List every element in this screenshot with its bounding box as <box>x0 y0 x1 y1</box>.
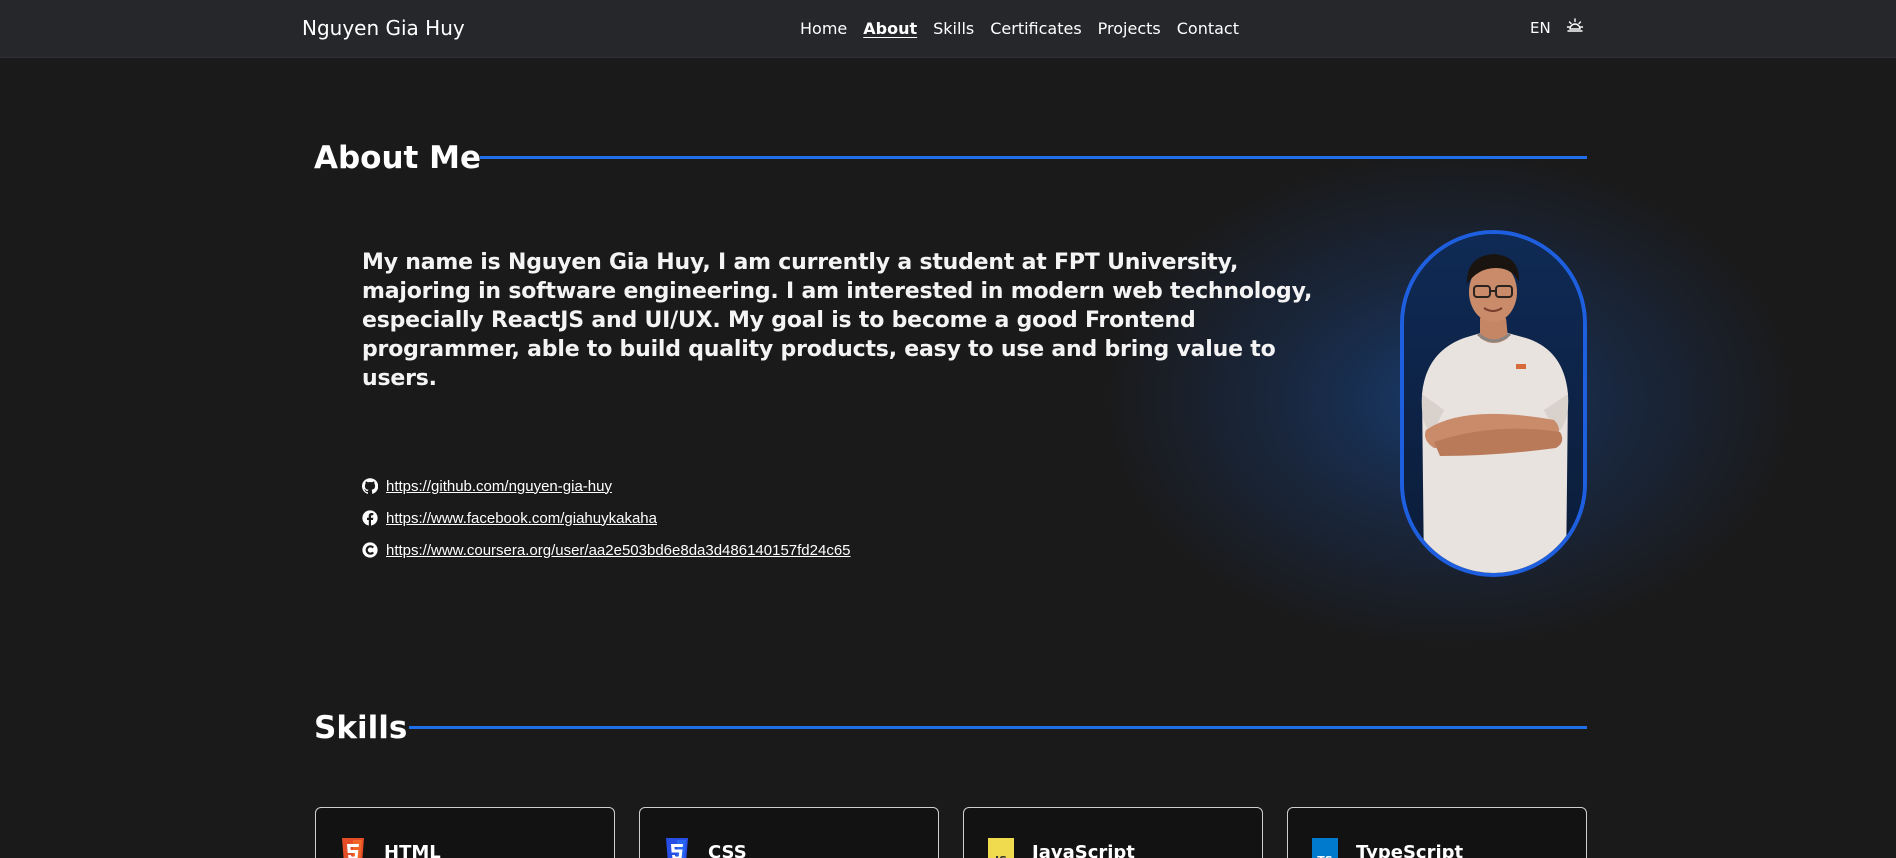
brand-logo[interactable]: Nguyen Gia Huy <box>302 16 465 40</box>
social-link-facebook: https://www.facebook.com/giahuykakaha <box>362 502 851 534</box>
nav-link-skills[interactable]: Skills <box>933 20 974 38</box>
facebook-link[interactable]: https://www.facebook.com/giahuykakaha <box>386 510 657 527</box>
nav-item-about: About <box>863 19 917 39</box>
skill-name-css: CSS <box>708 842 747 858</box>
nav-link-certificates[interactable]: Certificates <box>990 20 1081 38</box>
social-links: https://github.com/nguyen-gia-huy https:… <box>362 470 851 566</box>
social-link-coursera: https://www.coursera.org/user/aa2e503bd6… <box>362 534 851 566</box>
nav-item-certificates: Certificates <box>990 19 1081 39</box>
nav-item-contact: Contact <box>1177 19 1239 39</box>
about-title: About Me <box>314 140 482 176</box>
skills-title: Skills <box>314 710 408 746</box>
nav-link-contact[interactable]: Contact <box>1177 20 1239 38</box>
coursera-icon <box>362 542 378 558</box>
nav-link-home[interactable]: Home <box>800 20 847 38</box>
facebook-icon <box>362 510 378 526</box>
navbar: Nguyen Gia Huy Home About Skills Certifi… <box>0 0 1896 58</box>
skills-title-line <box>409 726 1587 729</box>
skill-name-typescript: TypeScript <box>1356 842 1464 858</box>
css3-icon <box>666 838 688 858</box>
svg-text:JS: JS <box>994 854 1007 858</box>
skill-card-css[interactable]: CSS <box>639 807 939 858</box>
about-bio: My name is Nguyen Gia Huy, I am currentl… <box>362 250 1313 391</box>
skill-name-html: HTML <box>384 842 441 858</box>
skill-name-javascript: JavaScript <box>1032 842 1135 858</box>
profile-photo <box>1400 230 1587 577</box>
coursera-link[interactable]: https://www.coursera.org/user/aa2e503bd6… <box>386 542 851 559</box>
skill-card-html[interactable]: HTML <box>315 807 615 858</box>
sun-icon <box>1566 18 1584 32</box>
social-link-github: https://github.com/nguyen-gia-huy <box>362 470 851 502</box>
nav-item-home: Home <box>800 19 847 39</box>
theme-toggle-button[interactable] <box>1566 17 1584 35</box>
github-link[interactable]: https://github.com/nguyen-gia-huy <box>386 478 612 495</box>
nav-menu: Home About Skills Certificates Projects … <box>800 19 1239 39</box>
svg-text:TS: TS <box>1317 854 1333 858</box>
nav-item-skills: Skills <box>933 19 974 39</box>
javascript-icon: JS <box>988 838 1014 858</box>
github-icon <box>362 478 378 494</box>
about-title-line <box>480 156 1587 159</box>
typescript-icon: TS <box>1312 838 1338 858</box>
nav-link-projects[interactable]: Projects <box>1098 20 1161 38</box>
nav-link-about[interactable]: About <box>863 20 917 38</box>
profile-avatar-illustration <box>1404 234 1583 573</box>
html5-icon <box>342 838 364 858</box>
nav-item-projects: Projects <box>1098 19 1161 39</box>
skill-card-javascript[interactable]: JS JavaScript <box>963 807 1263 858</box>
skill-card-typescript[interactable]: TS TypeScript <box>1287 807 1587 858</box>
language-switcher[interactable]: EN <box>1530 19 1551 37</box>
